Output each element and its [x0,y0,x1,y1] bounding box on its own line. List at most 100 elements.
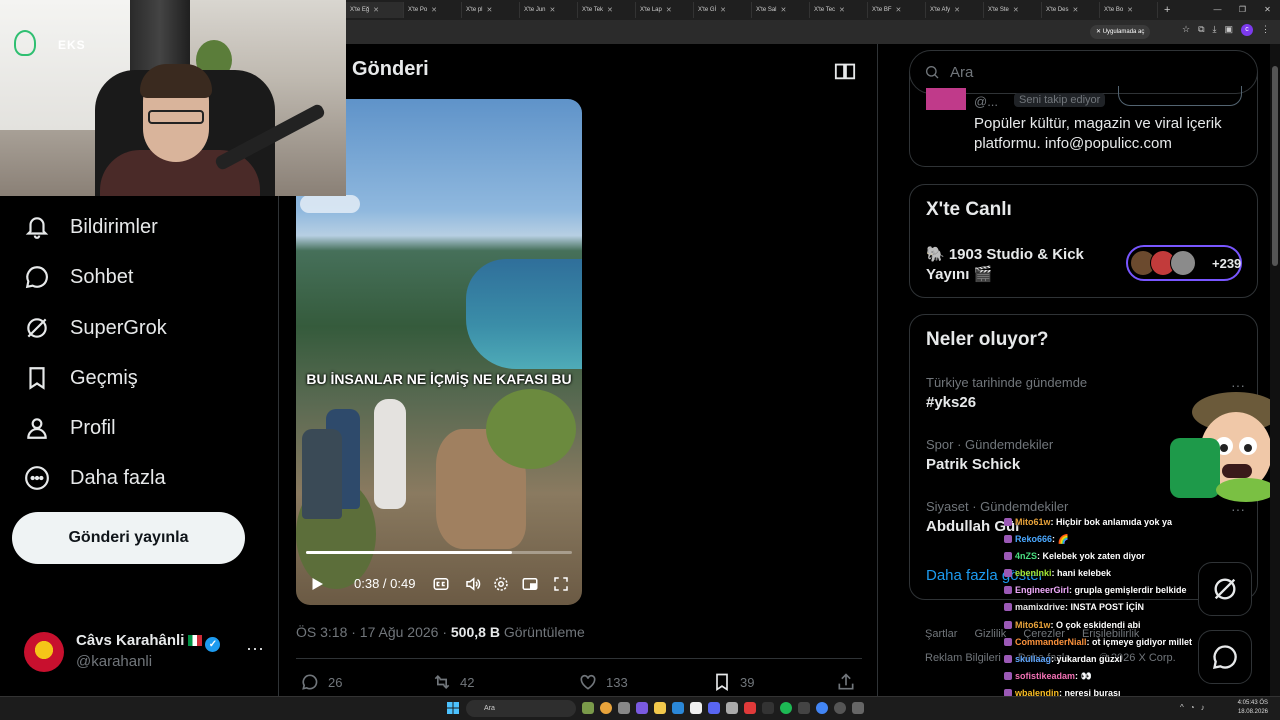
app-icon[interactable] [726,702,738,714]
windows-start-icon[interactable] [447,702,459,714]
minimize-icon[interactable]: — [1205,0,1230,20]
browser-tab-label: X'te Eğ [350,7,370,13]
settings-gear-icon[interactable] [492,575,510,593]
fullscreen-icon[interactable] [552,575,570,593]
pip-icon[interactable] [521,575,539,593]
download-icon[interactable]: ⤓ [1213,24,1217,36]
browser-tab[interactable]: X'te Lap ✕ [636,2,694,18]
grok-button[interactable] [1198,562,1252,616]
scrollbar-thumb[interactable] [1272,66,1278,266]
more-options-icon[interactable]: ··· [246,638,264,659]
close-tab-icon[interactable]: ✕ [1073,6,1079,14]
taskbar-search[interactable]: Ara [466,700,576,717]
star-icon[interactable]: ☆ [1182,24,1190,36]
app-icon[interactable] [798,702,810,714]
spotify-icon[interactable] [780,702,792,714]
chevron-up-icon[interactable]: ^ [1180,703,1184,712]
browser-tab[interactable]: X'te pl ✕ [462,2,520,18]
nav-item-chat[interactable]: Sohbet [24,257,133,297]
file-explorer-icon[interactable] [654,702,666,714]
close-tab-icon[interactable]: ✕ [373,6,379,14]
account-switcher[interactable]: Câvs Karahânli ✓ @karahanli ··· [24,630,264,674]
live-stream-name[interactable]: 🐘 1903 Studio & Kick Yayını 🎬 [926,245,1116,285]
menu-icon[interactable]: ⋮ [1261,24,1270,36]
browser-tab[interactable]: X'te Tek ✕ [578,2,636,18]
captions-icon[interactable] [432,575,450,593]
close-tab-icon[interactable]: ✕ [954,6,960,14]
close-tab-icon[interactable]: ✕ [896,6,902,14]
browser-tab[interactable]: X'te Po ✕ [404,2,462,18]
close-tab-icon[interactable]: ✕ [1013,6,1019,14]
close-tab-icon[interactable]: ✕ [550,6,556,14]
close-tab-icon[interactable]: ✕ [1127,6,1133,14]
extensions-icon[interactable]: ⧉ [1198,24,1204,36]
volume-icon[interactable]: ♪ [1201,703,1205,712]
nav-item-more[interactable]: Daha fazla [24,458,166,498]
video-progress-bar[interactable] [306,551,572,554]
app-icon[interactable] [762,702,774,714]
open-in-app-button[interactable]: ✕ Uygulamada aç [1090,25,1151,39]
footer-link[interactable]: Reklam Bilgileri [925,652,1001,664]
app-icon[interactable] [690,702,702,714]
sidebar-icon[interactable]: ▣ [1224,24,1233,36]
post-button[interactable]: Gönderi yayınla [12,512,245,564]
browser-tab[interactable]: X'te Ste ✕ [984,2,1042,18]
new-tab-button[interactable]: + [1158,4,1176,16]
close-tab-icon[interactable]: ✕ [607,6,613,14]
close-tab-icon[interactable]: ✕ [431,6,437,14]
nav-item-supergrok[interactable]: SuperGrok [24,308,167,348]
close-tab-icon[interactable]: ✕ [666,6,672,14]
scrollbar[interactable] [1270,44,1280,696]
system-clock[interactable]: 4:05:43 ÖS 18.08.2026 [1238,699,1268,717]
close-tab-icon[interactable]: ✕ [487,6,493,14]
app-icon[interactable] [744,702,756,714]
profile-handle[interactable]: @... [974,94,998,109]
avatar[interactable] [926,88,966,110]
view-count: 500,8 B [450,624,500,640]
discord-icon[interactable] [708,702,720,714]
browser-tab[interactable]: X'te Gİ ✕ [694,2,752,18]
chrome-icon[interactable] [600,702,612,714]
reply-button[interactable]: 26 [300,672,342,692]
bookmark-button[interactable]: 39 [712,672,754,692]
wifi-icon[interactable]: ◔ [1190,703,1195,712]
browser-tab[interactable]: X'te Sal ✕ [752,2,810,18]
taskview-icon[interactable] [618,702,630,714]
close-tab-icon[interactable]: ✕ [839,6,845,14]
follow-button[interactable] [1118,86,1242,106]
repost-button[interactable]: 42 [432,672,474,692]
trend-meta: Türkiye tarihinde gündemde [926,375,1088,390]
trend-item[interactable]: Türkiye tarihinde gündemde #yks26 [926,375,1087,411]
browser-tab[interactable]: X'te Jun ✕ [520,2,578,18]
footer-link[interactable]: Şartlar [925,628,957,640]
browser-tab[interactable]: X'te Bo ✕ [1100,2,1158,18]
reader-mode-icon[interactable] [834,60,856,82]
app-icon[interactable] [636,702,648,714]
volume-icon[interactable] [464,575,482,593]
nav-item-profile[interactable]: Profil [24,408,116,448]
nav-item-history[interactable]: Geçmiş [24,358,138,398]
maximize-icon[interactable]: ❐ [1230,0,1255,20]
live-listeners[interactable]: +239 [1126,245,1242,281]
nav-item-notifications[interactable]: Bildirimler [24,207,158,247]
browser-tab[interactable]: X'te BF ✕ [868,2,926,18]
footer-link[interactable]: Gizlilik [974,628,1006,640]
close-tab-icon[interactable]: ✕ [720,6,726,14]
browser-tab[interactable]: X'te Eğ ✕ [346,2,404,18]
share-button[interactable] [836,672,856,692]
messages-button[interactable] [1198,630,1252,684]
browser-tab[interactable]: X'te Des ✕ [1042,2,1100,18]
close-tab-icon[interactable]: ✕ [781,6,787,14]
play-icon[interactable] [308,575,326,593]
close-window-icon[interactable]: ✕ [1255,0,1280,20]
profile-avatar[interactable]: c [1241,24,1253,36]
browser-tab[interactable]: X'te Afy ✕ [926,2,984,18]
obs-icon[interactable] [834,702,846,714]
trend-item[interactable]: Spor · Gündemdekiler Patrik Schick [926,437,1053,473]
widget-icon[interactable] [582,702,594,714]
chrome-icon[interactable] [816,702,828,714]
browser-tab[interactable]: X'te Tec ✕ [810,2,868,18]
app-icon[interactable] [852,702,864,714]
edge-icon[interactable] [672,702,684,714]
like-button[interactable]: 133 [578,672,628,692]
